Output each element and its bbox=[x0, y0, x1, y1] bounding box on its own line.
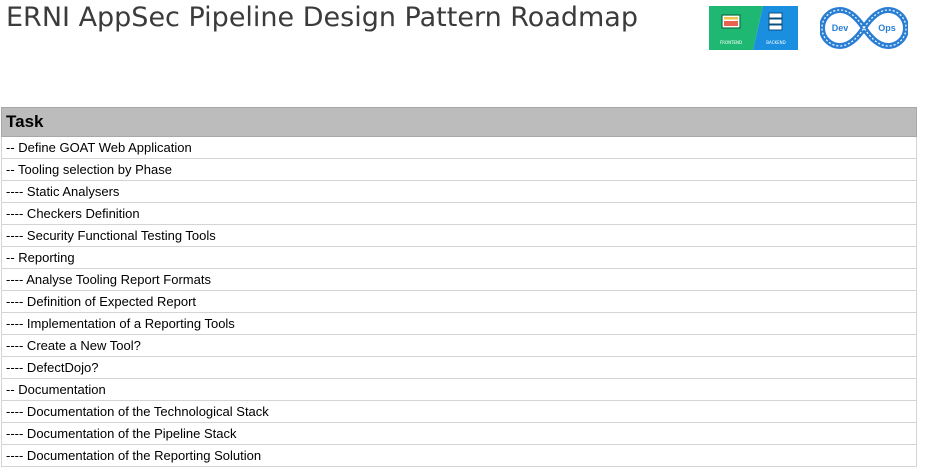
table-row: -- Documentation bbox=[1, 378, 917, 401]
table-header-row: Task bbox=[1, 107, 917, 137]
table-row: ---- Security Functional Testing Tools bbox=[1, 224, 917, 247]
devops-word-ops: Ops bbox=[878, 23, 896, 33]
task-cell: ---- Create a New Tool? bbox=[1, 334, 917, 357]
table-row: ---- Implementation of a Reporting Tools bbox=[1, 312, 917, 335]
column-header-task: Task bbox=[1, 107, 917, 137]
table-row: ---- Documentation of the Reporting Solu… bbox=[1, 444, 917, 467]
table-row: ---- Analyse Tooling Report Formats bbox=[1, 268, 917, 291]
table-row: ---- Definition of Expected Report bbox=[1, 290, 917, 313]
devops-logo: Dev Ops bbox=[820, 6, 908, 50]
task-cell: -- Documentation bbox=[1, 378, 917, 401]
table-row: -- Define GOAT Web Application bbox=[1, 136, 917, 159]
table-row: ---- Create a New Tool? bbox=[1, 334, 917, 357]
page-title: ERNI AppSec Pipeline Design Pattern Road… bbox=[6, 2, 638, 33]
task-cell: ---- Analyse Tooling Report Formats bbox=[1, 268, 917, 291]
task-cell: ---- DefectDojo? bbox=[1, 356, 917, 379]
task-cell: ---- Security Functional Testing Tools bbox=[1, 224, 917, 247]
frontend-caption: FRONTEND bbox=[720, 40, 742, 45]
table-row: ---- DefectDojo? bbox=[1, 356, 917, 379]
table-row: ---- Documentation of the Technological … bbox=[1, 400, 917, 423]
task-table: Task -- Define GOAT Web Application -- T… bbox=[1, 107, 917, 467]
table-row: ---- Documentation of the Pipeline Stack bbox=[1, 422, 917, 445]
task-cell: ---- Static Analysers bbox=[1, 180, 917, 203]
table-row: ---- Static Analysers bbox=[1, 180, 917, 203]
table-row: ---- Checkers Definition bbox=[1, 202, 917, 225]
table-row: -- Reporting bbox=[1, 246, 917, 269]
task-cell: -- Define GOAT Web Application bbox=[1, 136, 917, 159]
task-cell: ---- Documentation of the Reporting Solu… bbox=[1, 444, 917, 467]
task-cell: ---- Documentation of the Technological … bbox=[1, 400, 917, 423]
task-cell: -- Reporting bbox=[1, 246, 917, 269]
task-cell: ---- Checkers Definition bbox=[1, 202, 917, 225]
task-cell: ---- Documentation of the Pipeline Stack bbox=[1, 422, 917, 445]
devops-word-dev: Dev bbox=[832, 23, 849, 33]
frontend-backend-logo: FRONTEND BACKEND bbox=[709, 6, 798, 50]
task-cell: ---- Definition of Expected Report bbox=[1, 290, 917, 313]
backend-caption: BACKEND bbox=[766, 40, 785, 45]
table-row: -- Tooling selection by Phase bbox=[1, 158, 917, 181]
task-cell: ---- Implementation of a Reporting Tools bbox=[1, 312, 917, 335]
task-cell: -- Tooling selection by Phase bbox=[1, 158, 917, 181]
